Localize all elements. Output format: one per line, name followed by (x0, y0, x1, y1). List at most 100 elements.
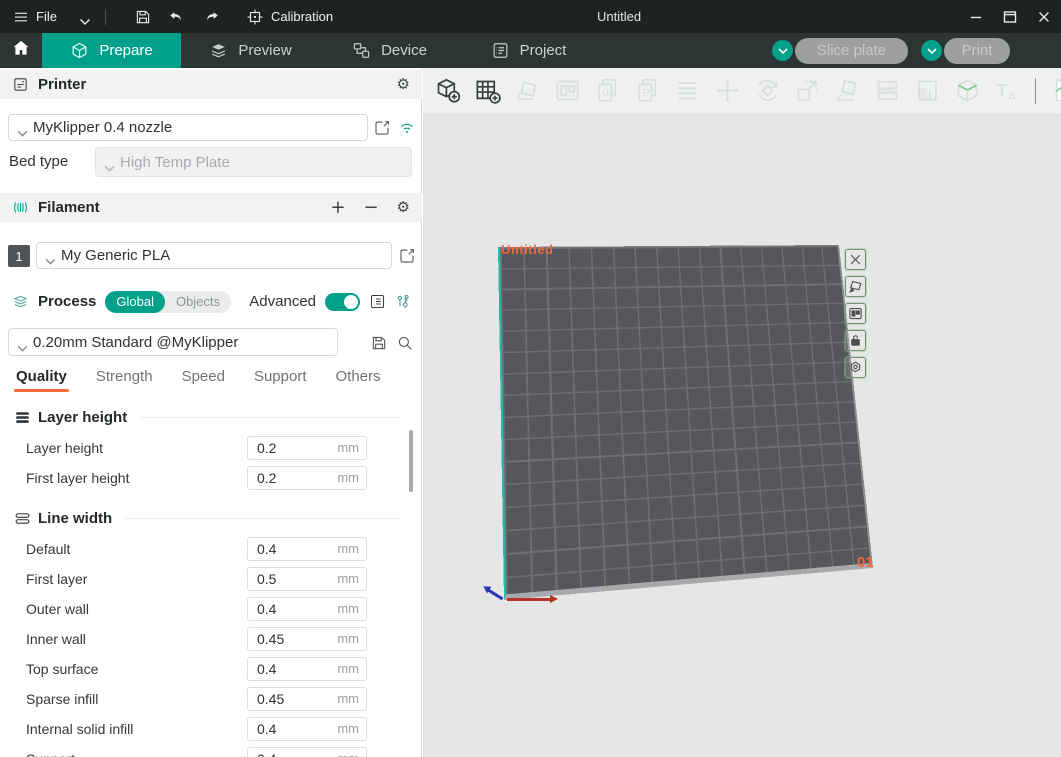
print-options-dropdown[interactable] (921, 40, 942, 61)
setting-row: Outer wall0.4mm (14, 595, 421, 625)
tab-project[interactable]: Project (459, 33, 598, 68)
setting-input[interactable]: 0.4mm (247, 717, 367, 741)
save-icon[interactable] (134, 8, 152, 26)
maximize-button[interactable] (1001, 8, 1019, 26)
lock-plate-icon[interactable] (845, 330, 866, 351)
delete-plate-icon[interactable] (845, 249, 866, 270)
advanced-label: Advanced (249, 293, 316, 310)
bed-type-select[interactable]: High Temp Plate (95, 147, 412, 177)
tab-others[interactable]: Others (336, 368, 381, 392)
home-icon (11, 38, 31, 63)
edit-printer-icon[interactable] (373, 119, 391, 137)
setting-value: 0.4 (257, 658, 276, 680)
tab-strength[interactable]: Strength (96, 368, 153, 392)
tab-prepare[interactable]: Prepare (42, 33, 181, 68)
build-plate[interactable] (498, 245, 873, 600)
print-split-button: Print (921, 38, 1010, 64)
settings-group-title: Layer height (38, 409, 127, 426)
scope-objects[interactable]: Objects (165, 291, 231, 313)
setting-label: Inner wall (26, 625, 86, 653)
close-button[interactable] (1035, 8, 1053, 26)
setting-label: First layer height (26, 464, 129, 492)
filament-settings-gear-icon[interactable]: ⚙ (397, 200, 410, 215)
setting-row: Top surface 0.4 mm (14, 655, 421, 685)
setting-value: 0.4 (257, 598, 276, 620)
x-axis-arrow (507, 598, 551, 601)
tab-prepare-label: Prepare (99, 42, 152, 59)
printer-preset-select[interactable]: MyKlipper 0.4 nozzle (8, 114, 368, 141)
setting-input[interactable]: 0.45mm (247, 687, 367, 711)
print-button[interactable]: Print (944, 38, 1010, 64)
minimize-button[interactable] (967, 8, 985, 26)
svg-text:T: T (996, 81, 1007, 100)
setting-input[interactable]: 0.4mm (247, 537, 367, 561)
tab-device-label: Device (381, 42, 427, 59)
settings-scrollbar[interactable] (409, 430, 413, 492)
wifi-connection-icon[interactable] (398, 118, 416, 136)
plate-settings-icon[interactable] (845, 357, 866, 378)
scope-global[interactable]: Global (105, 291, 165, 313)
orient-plate-icon[interactable] (845, 276, 866, 297)
plate-number-label: 01 (857, 554, 874, 571)
hamburger-menu-icon[interactable] (12, 8, 30, 26)
edit-filament-icon[interactable] (398, 247, 416, 265)
add-plate-icon[interactable] (471, 75, 503, 107)
setting-unit: mm (337, 538, 359, 560)
setting-input[interactable]: 0.4mm (247, 597, 367, 621)
slice-plate-button[interactable]: Slice plate (795, 38, 908, 64)
slice-options-dropdown[interactable] (772, 40, 793, 61)
tab-quality[interactable]: Quality (16, 368, 67, 392)
calibration-label[interactable]: Calibration (271, 9, 333, 24)
search-settings-icon[interactable] (396, 334, 414, 352)
setting-value: 0.4 (257, 718, 276, 740)
titlebar: File Calibration Untitled (0, 0, 1061, 33)
setting-input[interactable]: 0.2mm (247, 466, 367, 490)
arrange-plate-icon[interactable] (845, 303, 866, 324)
application-window: File Calibration Untitled Prepare Previe… (0, 0, 1061, 757)
file-menu[interactable]: File (36, 9, 57, 24)
file-menu-chevron-icon[interactable] (79, 13, 91, 21)
setting-input[interactable]: 0.2mm (247, 436, 367, 460)
svg-text:0: 0 (602, 88, 608, 100)
setting-unit: mm (337, 658, 359, 680)
tab-preview-label: Preview (238, 42, 291, 59)
setting-row: Layer height0.2mm (14, 434, 421, 464)
undo-icon[interactable] (168, 8, 186, 26)
setting-input[interactable]: 0.5mm (247, 567, 367, 591)
home-button[interactable] (0, 33, 42, 68)
process-preset-select[interactable]: 0.20mm Standard @MyKlipper (8, 328, 338, 356)
calibration-icon[interactable] (246, 8, 264, 26)
setting-value: 0.2 (257, 467, 276, 489)
tab-support[interactable]: Support (254, 368, 307, 392)
viewport-toolbar: 0PTa (423, 68, 1061, 113)
tab-device[interactable]: Device (320, 33, 459, 68)
filament-preset-select[interactable]: My Generic PLA (36, 242, 392, 269)
variable-layers-icon (671, 75, 703, 107)
setting-input[interactable]: 0.45mm (247, 627, 367, 651)
process-tuning-icon[interactable] (395, 293, 412, 310)
printer-icon (12, 76, 29, 93)
text-icon: Ta (991, 75, 1023, 107)
filament-icon (12, 199, 29, 216)
advanced-toggle[interactable] (325, 293, 360, 311)
scene-3d[interactable]: Untitled 01 (423, 68, 1061, 757)
printer-preset-value: MyKlipper 0.4 nozzle (33, 119, 172, 136)
add-object-icon[interactable] (431, 75, 463, 107)
redo-icon[interactable] (202, 8, 220, 26)
settings-group-header[interactable]: Layer height (14, 405, 421, 429)
add-filament-icon[interactable]: + (330, 199, 345, 217)
settings-group-header[interactable]: Line width (14, 506, 421, 530)
process-section-title: Process (38, 293, 96, 310)
group-divider (125, 518, 401, 519)
setting-label: Top surface (26, 655, 98, 683)
setting-input[interactable]: 0.4 mm (247, 657, 367, 681)
setting-input[interactable]: 0.4mm (247, 747, 367, 757)
tab-preview[interactable]: Preview (181, 33, 320, 68)
remove-filament-icon[interactable]: − (363, 199, 378, 217)
save-preset-icon[interactable] (370, 334, 388, 352)
printer-settings-gear-icon[interactable]: ⚙ (397, 77, 410, 92)
viewport-3d[interactable]: 0PTa Untitled 01 (423, 68, 1061, 757)
parameter-table-icon[interactable] (369, 293, 386, 310)
chevron-down-icon (17, 124, 28, 131)
tab-speed[interactable]: Speed (182, 368, 225, 392)
